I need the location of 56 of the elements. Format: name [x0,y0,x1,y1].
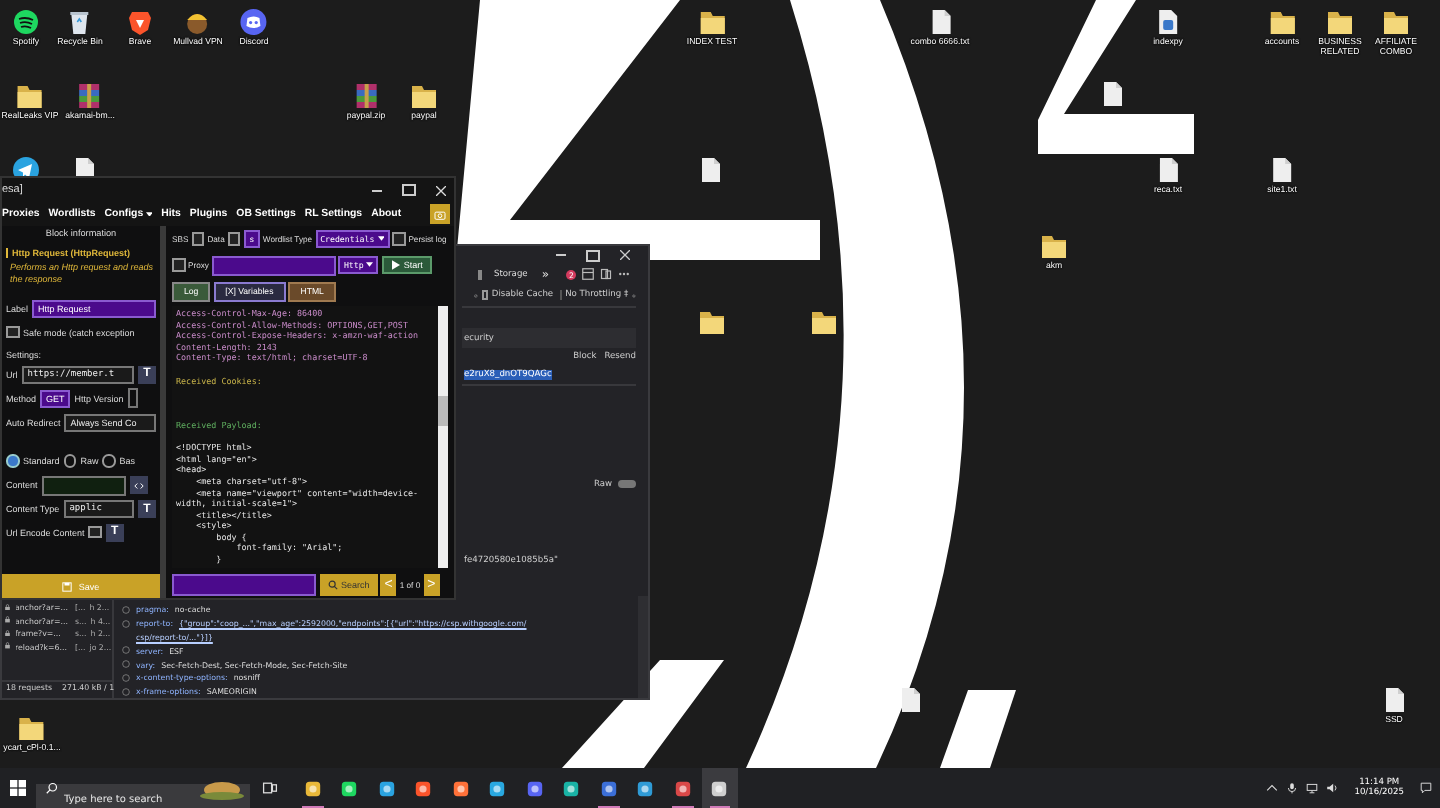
code-view-button[interactable] [129,476,148,495]
caret-icon [145,211,153,217]
camera-icon [434,209,446,219]
proxy-field[interactable] [211,255,336,275]
search-icon [46,782,58,794]
file-icon[interactable] [896,686,924,714]
show-hidden-icons-icon[interactable] [1266,782,1279,794]
search-field[interactable] [172,573,316,595]
persist-log-checkbox[interactable] [392,232,406,246]
close-icon[interactable] [620,250,630,260]
dock-icon[interactable] [581,268,594,280]
caret-icon [366,262,374,268]
archive-icon[interactable] [76,82,104,110]
recycle-bin-icon[interactable] [66,8,94,36]
proxy-checkbox[interactable] [172,258,185,272]
file-icon[interactable] [1268,156,1296,184]
sbs-checkbox[interactable] [191,232,205,246]
radio-button[interactable] [102,454,116,468]
script-file-icon[interactable] [1154,8,1182,36]
content-field[interactable] [41,475,126,496]
file-icon[interactable] [696,156,724,184]
more-options-icon[interactable] [617,268,630,280]
data-checkbox[interactable] [227,232,241,246]
play-icon [391,260,400,270]
taskbar-app-button[interactable] [701,768,738,808]
raw-toggle[interactable] [618,480,636,488]
volume-icon[interactable] [1326,782,1339,794]
bird-icon [198,776,246,800]
url-encode-checkbox[interactable] [88,525,102,539]
lock-icon [4,616,11,624]
search-icon [327,579,337,589]
archive-icon[interactable] [352,82,380,110]
microphone-icon[interactable] [1286,782,1299,794]
code-icon [133,481,144,490]
close-icon[interactable] [436,185,446,195]
file-icon[interactable] [1154,156,1182,184]
radio-button[interactable] [6,454,19,468]
radio-button[interactable] [63,454,77,468]
notification-icon[interactable] [1420,782,1432,794]
disable-cache-checkbox[interactable] [481,289,488,301]
lock-icon [4,629,11,637]
windows-start-icon[interactable] [10,780,26,796]
maximize-icon[interactable] [402,184,416,196]
file-icon[interactable] [1098,80,1126,108]
minimize-icon[interactable] [372,189,382,191]
task-view-icon[interactable] [262,780,278,796]
maximize-icon[interactable] [586,249,600,261]
lock-icon [4,603,11,611]
safe-mode-checkbox[interactable] [6,325,19,339]
lock-icon [4,642,11,650]
save-icon [62,581,73,591]
responsive-icon[interactable] [599,268,612,280]
file-icon[interactable] [1380,686,1408,714]
network-icon[interactable] [1306,782,1319,794]
log-scrollbar[interactable] [438,306,448,568]
http-version-dropdown[interactable] [127,388,138,409]
